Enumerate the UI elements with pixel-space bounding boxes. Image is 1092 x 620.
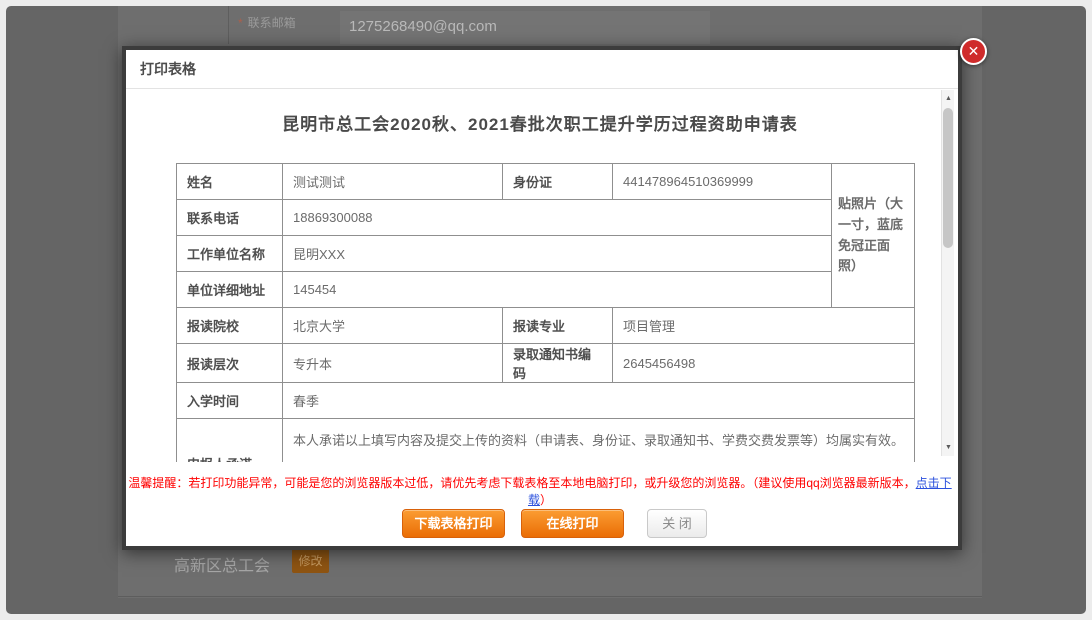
pledge-text: 本人承诺以上填写内容及提交上传的资料（申请表、身份证、录取通知书、学费交费发票等… <box>283 419 915 463</box>
contact-email-value: 1275268490@qq.com <box>349 18 497 35</box>
field-value: 昆明XXX <box>283 236 832 272</box>
field-label: 工作单位名称 <box>177 236 283 272</box>
edit-button: 修改 <box>292 549 329 573</box>
close-icon[interactable]: ✕ <box>960 38 987 65</box>
field-value: 145454 <box>283 272 832 308</box>
scroll-up-icon[interactable]: ▲ <box>942 92 955 105</box>
field-label: 报读院校 <box>177 308 283 344</box>
contact-email-label: *联系邮箱 <box>238 14 296 31</box>
table-row: 报读院校 北京大学 报读专业 项目管理 <box>177 308 915 344</box>
dimmed-page-overlay: *联系邮箱 1275268490@qq.com 高新区总工会 修改 打印表格 昆… <box>6 6 1086 614</box>
field-value: 18869300088 <box>283 200 832 236</box>
field-label: 录取通知书编码 <box>503 344 613 383</box>
field-value: 2645456498 <box>613 344 915 383</box>
field-value: 441478964510369999 <box>613 164 832 200</box>
application-form-title: 昆明市总工会2020秋、2021春批次职工提升学历过程资助申请表 <box>126 110 954 135</box>
download-form-print-button[interactable]: 下载表格打印 <box>402 509 505 538</box>
field-label: 姓名 <box>177 164 283 200</box>
field-value: 测试测试 <box>283 164 503 200</box>
table-row: 单位详细地址 145454 <box>177 272 915 308</box>
field-value: 项目管理 <box>613 308 915 344</box>
print-form-modal: 打印表格 昆明市总工会2020秋、2021春批次职工提升学历过程资助申请表 姓名… <box>122 46 962 550</box>
modal-title: 打印表格 <box>126 50 958 89</box>
browser-warning-text: 温馨提醒：若打印功能异常，可能是您的浏览器版本过低，请优先考虑下载表格至本地电脑… <box>126 474 954 508</box>
table-row: 联系电话 18869300088 <box>177 200 915 236</box>
field-label: 身份证 <box>503 164 613 200</box>
field-label: 单位详细地址 <box>177 272 283 308</box>
field-label: 报读专业 <box>503 308 613 344</box>
application-table: 姓名 测试测试 身份证 441478964510369999 贴照片（大一寸，蓝… <box>176 163 915 462</box>
field-label: 入学时间 <box>177 383 283 419</box>
required-asterisk: * <box>238 16 243 30</box>
union-name-text: 高新区总工会 <box>174 552 270 576</box>
modal-scroll-area: 昆明市总工会2020秋、2021春批次职工提升学历过程资助申请表 姓名 测试测试… <box>126 90 954 462</box>
table-row: 申报人承诺 本人承诺以上填写内容及提交上传的资料（申请表、身份证、录取通知书、学… <box>177 419 915 463</box>
photo-instruction-cell: 贴照片（大一寸，蓝底免冠正面照） <box>832 164 915 308</box>
form-divider <box>228 6 229 44</box>
field-value: 专升本 <box>283 344 503 383</box>
field-label: 报读层次 <box>177 344 283 383</box>
table-row: 入学时间 春季 <box>177 383 915 419</box>
table-row: 报读层次 专升本 录取通知书编码 2645456498 <box>177 344 915 383</box>
scrollbar-thumb[interactable] <box>943 108 953 248</box>
scrollbar-track[interactable]: ▲ ▼ <box>941 90 954 456</box>
field-value: 春季 <box>283 383 915 419</box>
field-label: 申报人承诺 <box>177 419 283 463</box>
table-row: 工作单位名称 昆明XXX <box>177 236 915 272</box>
screen: *联系邮箱 1275268490@qq.com 高新区总工会 修改 打印表格 昆… <box>0 0 1092 620</box>
field-label: 联系电话 <box>177 200 283 236</box>
scroll-down-icon[interactable]: ▼ <box>942 441 955 454</box>
table-row: 姓名 测试测试 身份证 441478964510369999 贴照片（大一寸，蓝… <box>177 164 915 200</box>
page-divider <box>118 596 982 597</box>
online-print-button[interactable]: 在线打印 <box>521 509 624 538</box>
field-value: 北京大学 <box>283 308 503 344</box>
close-button[interactable]: 关 闭 <box>647 509 707 538</box>
modal-button-row: 下载表格打印 在线打印 关 闭 <box>126 509 954 539</box>
